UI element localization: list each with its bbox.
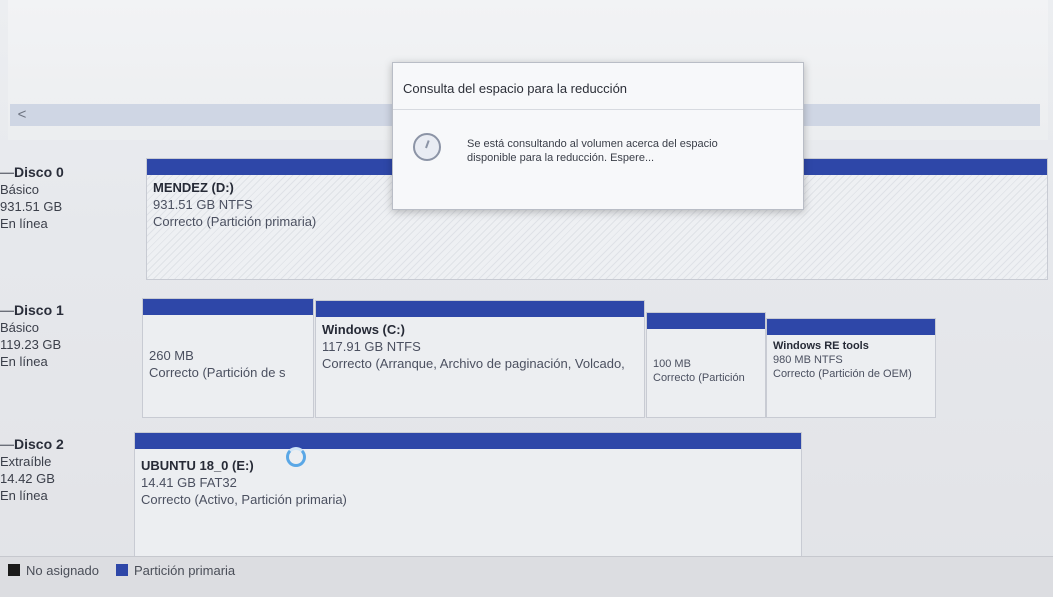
- legend-unallocated-label: No asignado: [26, 563, 99, 578]
- partition-recovery-100mb[interactable]: 100 MB Correcto (Partición: [646, 312, 766, 418]
- dialog-title: Consulta del espacio para la reducción: [403, 81, 628, 96]
- legend-primary: Partición primaria: [116, 563, 235, 578]
- busy-spinner-icon: [286, 447, 306, 467]
- partition-system-260mb[interactable]: 260 MB Correcto (Partición de s: [142, 298, 314, 418]
- scroll-left-arrow-icon[interactable]: <: [14, 106, 30, 124]
- disk-0-label[interactable]: Disco 0 Básico 931.51 GB En línea: [0, 164, 130, 232]
- partition-info: 100 MB Correcto (Partición: [653, 357, 763, 385]
- disk-2-label[interactable]: Disco 2 Extraíble 14.42 GB En línea: [0, 436, 130, 504]
- disk-type: Básico: [0, 182, 40, 197]
- partition-bar: [647, 313, 765, 329]
- partition-bar: [143, 299, 313, 315]
- disk-name: Disco 0: [0, 164, 130, 181]
- disk-name: Disco 1: [0, 302, 130, 319]
- dialog-message: Se está consultando al volumen acerca de…: [467, 138, 718, 164]
- shrink-query-dialog[interactable]: Consulta del espacio para la reducción S…: [392, 62, 804, 210]
- partition-size: 100 MB: [653, 358, 691, 370]
- partition-ubuntu-e[interactable]: UBUNTU 18_0 (E:) 14.41 GB FAT32 Correcto…: [134, 432, 802, 568]
- disk-type: Básico: [0, 320, 40, 335]
- partition-size: 117.91 GB NTFS: [322, 339, 421, 354]
- disk-size: 931.51 GB: [0, 199, 63, 214]
- partition-state: Correcto (Partición de s: [149, 365, 286, 380]
- disk-name: Disco 2: [0, 436, 130, 453]
- partition-windows-c[interactable]: Windows (C:) 117.91 GB NTFS Correcto (Ar…: [315, 300, 645, 418]
- disk-type: Extraíble: [0, 454, 52, 469]
- partition-name: UBUNTU 18_0 (E:): [141, 458, 254, 473]
- clock-icon: [413, 133, 441, 161]
- legend-bar: No asignado Partición primaria: [0, 556, 1053, 597]
- unallocated-swatch-icon: [8, 564, 20, 576]
- partition-bar: [135, 433, 801, 449]
- partition-size: 14.41 GB FAT32: [141, 475, 237, 490]
- partition-info: Windows RE tools 980 MB NTFS Correcto (P…: [773, 339, 933, 381]
- partition-info: Windows (C:) 117.91 GB NTFS Correcto (Ar…: [322, 321, 642, 372]
- disk-management-screen: < Disco 0 Básico 931.51 GB En línea MEND…: [0, 0, 1053, 597]
- partition-bar: [316, 301, 644, 317]
- partition-state: Correcto (Partición: [653, 372, 745, 384]
- partition-name: Windows RE tools: [773, 340, 869, 352]
- legend-primary-label: Partición primaria: [134, 563, 236, 578]
- partition-size: 980 MB NTFS: [773, 354, 843, 366]
- disk-status: En línea: [0, 354, 48, 369]
- partition-name: Windows (C:): [322, 322, 405, 337]
- partition-bar: [767, 319, 935, 335]
- partition-info: 260 MB Correcto (Partición de s: [149, 347, 311, 381]
- disk-size: 119.23 GB: [0, 337, 62, 352]
- disk-status: En línea: [0, 216, 48, 231]
- dialog-divider: [393, 109, 803, 110]
- primary-swatch-icon: [116, 564, 128, 576]
- partition-state: Correcto (Partición primaria): [153, 214, 317, 229]
- partition-info: UBUNTU 18_0 (E:) 14.41 GB FAT32 Correcto…: [141, 457, 799, 508]
- partition-windows-re-tools[interactable]: Windows RE tools 980 MB NTFS Correcto (P…: [766, 318, 936, 418]
- disk-status: En línea: [0, 488, 48, 503]
- partition-state: Correcto (Activo, Partición primaria): [141, 492, 347, 507]
- partition-size: 260 MB: [149, 348, 194, 363]
- disk-size: 14.42 GB: [0, 471, 55, 486]
- legend-unallocated: No asignado: [8, 563, 99, 578]
- partition-state: Correcto (Partición de OEM): [773, 368, 912, 380]
- partition-state: Correcto (Arranque, Archivo de paginació…: [322, 356, 625, 371]
- disk-1-label[interactable]: Disco 1 Básico 119.23 GB En línea: [0, 302, 130, 370]
